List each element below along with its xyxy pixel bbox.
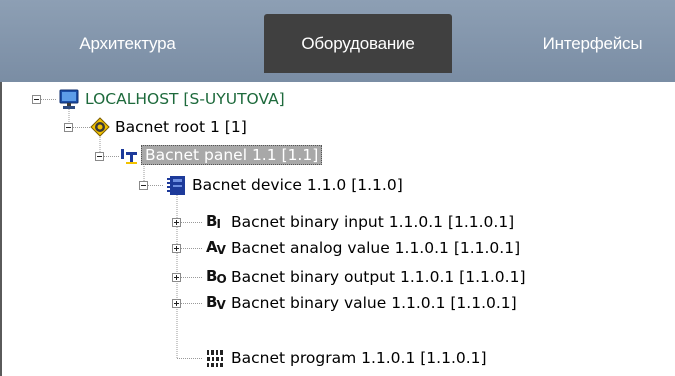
tab-equipment[interactable]: Оборудование bbox=[264, 14, 452, 73]
tree-node-binary-output[interactable]: Bacnet binary output 1.1.0.1 [1.1.0.1] bbox=[229, 265, 528, 289]
tree-node-bacnet-root[interactable]: Bacnet root 1 [1] bbox=[113, 115, 249, 139]
equipment-tree: LOCALHOST [S-UYUTOVA] Bacnet root 1 [1] … bbox=[0, 82, 675, 376]
tree-node-bacnet-device[interactable]: Bacnet device 1.1.0 [1.1.0] bbox=[190, 173, 405, 197]
binary-value-icon: BV bbox=[206, 292, 226, 312]
binary-input-icon: BI bbox=[206, 211, 221, 231]
binary-output-icon-glyph: B bbox=[206, 267, 217, 285]
binary-input-icon-glyph: B bbox=[206, 212, 217, 230]
bacnet-root-icon bbox=[90, 117, 110, 137]
node-label-bacnet-root: Bacnet root 1 [1] bbox=[115, 118, 247, 136]
binary-value-icon-sub: V bbox=[216, 298, 225, 312]
expand-toggle-binary-value[interactable] bbox=[172, 299, 181, 308]
tree-node-binary-input[interactable]: Bacnet binary input 1.1.0.1 [1.1.0.1] bbox=[229, 210, 516, 234]
binary-output-icon-sub: O bbox=[216, 272, 226, 286]
analog-value-icon-sub: V bbox=[216, 243, 226, 257]
bacnet-device-icon bbox=[167, 176, 185, 195]
bacnet-panel-icon bbox=[121, 149, 137, 164]
collapse-toggle-bacnet-panel[interactable] bbox=[95, 152, 104, 161]
expand-toggle-analog-value[interactable] bbox=[172, 244, 181, 253]
collapse-toggle-bacnet-device[interactable] bbox=[139, 181, 148, 190]
binary-output-icon: BO bbox=[206, 266, 227, 286]
tree-node-localhost[interactable]: LOCALHOST [S-UYUTOVA] bbox=[83, 87, 287, 111]
node-label-bacnet-device: Bacnet device 1.1.0 [1.1.0] bbox=[192, 176, 403, 194]
node-label-binary-value: Bacnet binary value 1.1.0.1 [1.1.0.1] bbox=[231, 294, 517, 312]
node-label-localhost: LOCALHOST [S-UYUTOVA] bbox=[85, 90, 285, 108]
node-label-binary-output: Bacnet binary output 1.1.0.1 [1.1.0.1] bbox=[231, 268, 526, 286]
node-label-analog-value: Bacnet analog value 1.1.0.1 [1.1.0.1] bbox=[231, 239, 521, 257]
program-icon bbox=[207, 350, 223, 367]
binary-input-icon-sub: I bbox=[216, 217, 221, 231]
collapse-toggle-root[interactable] bbox=[32, 95, 41, 104]
tree-node-binary-value[interactable]: Bacnet binary value 1.1.0.1 [1.1.0.1] bbox=[229, 291, 519, 315]
computer-icon bbox=[59, 89, 79, 109]
app-window: Архитектура Оборудование Интерфейсы LOCA… bbox=[0, 0, 675, 376]
tab-bar: Архитектура Оборудование Интерфейсы bbox=[0, 0, 675, 82]
node-label-binary-input: Bacnet binary input 1.1.0.1 [1.1.0.1] bbox=[231, 213, 515, 231]
analog-value-icon-glyph: A bbox=[206, 238, 218, 256]
binary-value-icon-glyph: B bbox=[206, 293, 217, 311]
node-label-program: Bacnet program 1.1.0.1 [1.1.0.1] bbox=[231, 349, 487, 367]
tree-node-bacnet-panel[interactable]: Bacnet panel 1.1 [1.1] bbox=[141, 143, 323, 167]
tab-architecture[interactable]: Архитектура bbox=[40, 14, 215, 73]
tree-node-analog-value[interactable]: Bacnet analog value 1.1.0.1 [1.1.0.1] bbox=[229, 236, 522, 260]
tab-interfaces[interactable]: Интерфейсы bbox=[510, 14, 675, 73]
expand-toggle-binary-output[interactable] bbox=[172, 273, 181, 282]
collapse-toggle-bacnet-root[interactable] bbox=[64, 123, 73, 132]
expand-toggle-binary-input[interactable] bbox=[172, 218, 181, 227]
tree-node-program[interactable]: Bacnet program 1.1.0.1 [1.1.0.1] bbox=[229, 346, 489, 370]
node-label-bacnet-panel: Bacnet panel 1.1 [1.1] bbox=[141, 145, 323, 165]
analog-value-icon: AV bbox=[206, 237, 226, 257]
